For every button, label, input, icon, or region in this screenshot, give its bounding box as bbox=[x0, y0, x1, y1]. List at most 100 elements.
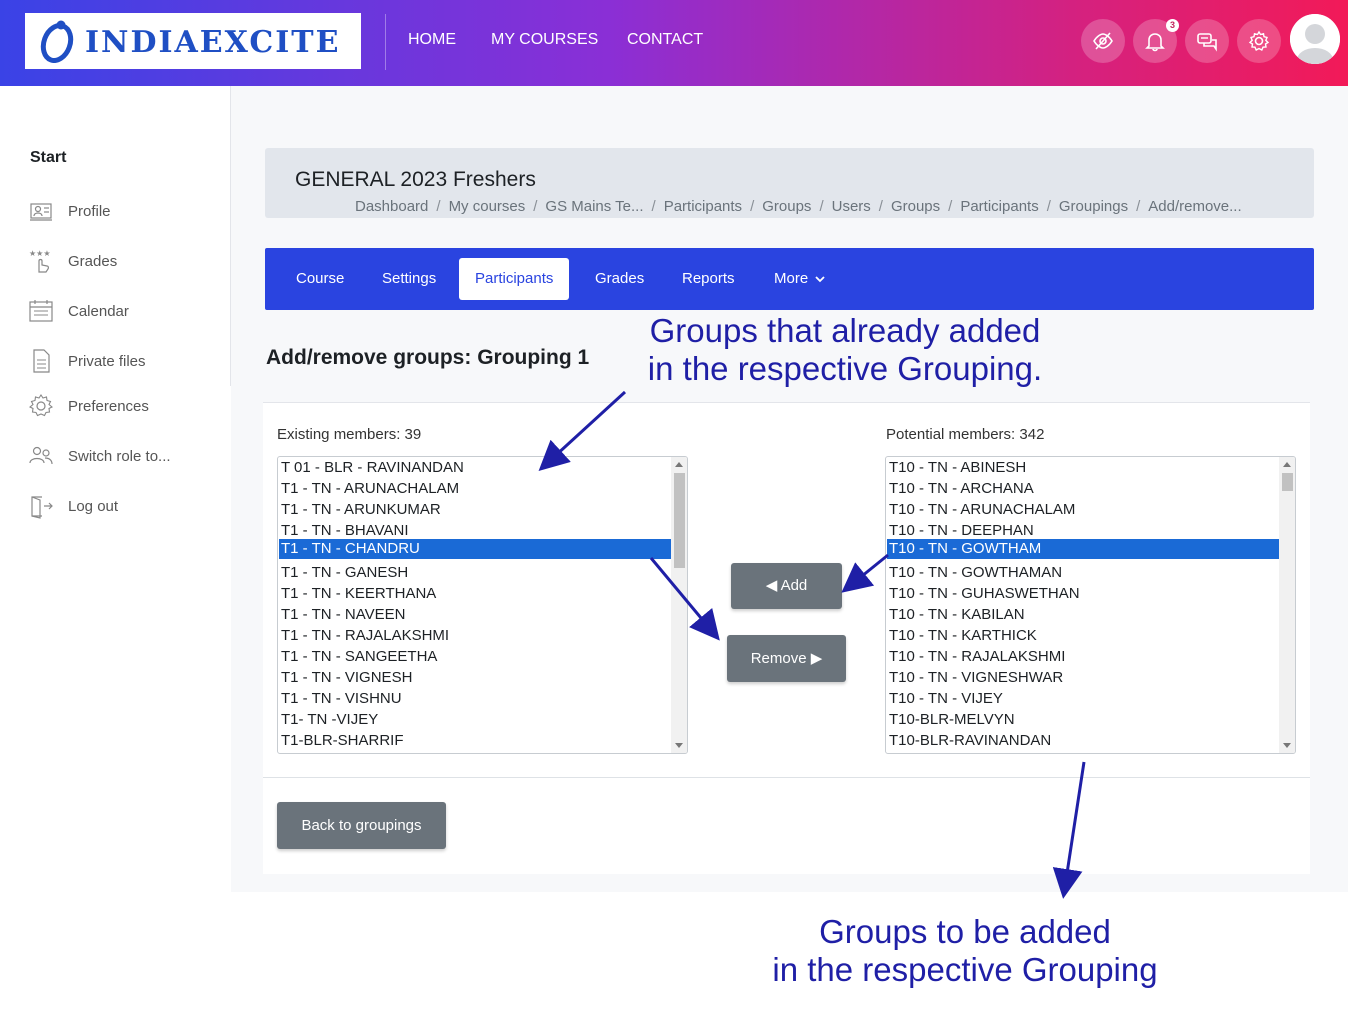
list-option[interactable]: T10 - TN - VIGNESHWAR bbox=[887, 668, 1279, 688]
add-button[interactable]: ◀ Add bbox=[731, 563, 842, 609]
list-option[interactable]: T10 - TN - ARCHANA bbox=[887, 479, 1279, 499]
annotation-potential: Groups to be added in the respective Gro… bbox=[750, 913, 1180, 989]
breadcrumb-users[interactable]: Users bbox=[832, 198, 871, 215]
gear-icon bbox=[29, 394, 53, 417]
nav-my-courses[interactable]: MY COURSES bbox=[491, 31, 598, 49]
list-option[interactable]: T1 - TN - BHAVANI bbox=[279, 521, 671, 541]
gear-icon bbox=[1248, 30, 1270, 51]
settings-button[interactable] bbox=[1237, 19, 1281, 63]
notification-count-badge: 3 bbox=[1166, 19, 1179, 32]
sidebar-item-label: Preferences bbox=[68, 397, 149, 415]
scroll-thumb[interactable] bbox=[674, 473, 685, 568]
list-option[interactable]: T10 - TN - ARUNACHALAM bbox=[887, 500, 1279, 520]
breadcrumb-participants[interactable]: Participants bbox=[664, 198, 742, 215]
nav-home[interactable]: HOME bbox=[408, 31, 456, 49]
breadcrumb-current: Add/remove... bbox=[1148, 198, 1242, 215]
tab-settings[interactable]: Settings bbox=[366, 258, 452, 300]
breadcrumb-separator: / bbox=[1136, 198, 1141, 215]
list-option[interactable]: T1 - TN - CHANDRU bbox=[279, 539, 671, 559]
potential-members-select[interactable]: T10 - TN - ABINESH T10 - TN - ARCHANA T10 … bbox=[885, 456, 1296, 754]
back-to-groupings-button[interactable]: Back to groupings bbox=[277, 802, 446, 849]
breadcrumb-my-courses[interactable]: My courses bbox=[449, 198, 526, 215]
sidebar-item-private-files[interactable]: Private files bbox=[28, 348, 146, 374]
page-header: GENERAL 2023 Freshers Dashboard / My cours… bbox=[265, 148, 1314, 218]
annotation-line: Groups that already added bbox=[649, 312, 1041, 349]
sidebar-item-logout[interactable]: Log out bbox=[28, 493, 118, 519]
list-option[interactable]: T1 - TN - NAVEEN bbox=[279, 605, 671, 625]
list-option[interactable]: T 01 - BLR - RAVINANDAN bbox=[279, 458, 671, 478]
scroll-down-icon[interactable] bbox=[1283, 743, 1291, 748]
list-option[interactable]: T10 - TN - KABILAN bbox=[887, 605, 1279, 625]
top-navbar: INDIAEXCITE HOME MY COURSES CONTACT 3 bbox=[0, 0, 1348, 86]
annotation-existing: Groups that already added in the respect… bbox=[620, 312, 1070, 388]
list-option[interactable]: T1- TN -VIJEY bbox=[279, 710, 671, 730]
list-option[interactable]: T10 - TN - GOWTHAM bbox=[887, 539, 1279, 559]
avatar-icon bbox=[1290, 14, 1340, 64]
scroll-up-icon[interactable] bbox=[675, 462, 683, 467]
breadcrumb-groups[interactable]: Groups bbox=[762, 198, 811, 215]
users-icon bbox=[29, 446, 53, 465]
breadcrumb-separator: / bbox=[948, 198, 953, 215]
list-option[interactable]: T10 - TN - ABINESH bbox=[887, 458, 1279, 478]
breadcrumb-participants-2[interactable]: Participants bbox=[960, 198, 1038, 215]
list-option[interactable]: T10 - TN - GUHASWETHAN bbox=[887, 584, 1279, 604]
scrollbar[interactable] bbox=[671, 457, 687, 753]
list-option[interactable]: T10 - TN - VIJEY bbox=[887, 689, 1279, 709]
bell-icon bbox=[1145, 33, 1165, 52]
sidebar-item-label: Calendar bbox=[68, 302, 129, 320]
breadcrumb-dashboard[interactable]: Dashboard bbox=[355, 198, 428, 215]
scroll-down-icon[interactable] bbox=[675, 743, 683, 748]
scroll-thumb[interactable] bbox=[1282, 473, 1293, 491]
sidebar-item-preferences[interactable]: Preferences bbox=[28, 393, 149, 419]
list-option[interactable]: T10 - TN - GOWTHAMAN bbox=[887, 563, 1279, 583]
brand-logo[interactable]: INDIAEXCITE bbox=[25, 13, 361, 69]
breadcrumb-groups-2[interactable]: Groups bbox=[891, 198, 940, 215]
sidebar-item-grades[interactable]: ★★★ Grades bbox=[28, 248, 117, 274]
profile-icon bbox=[30, 203, 52, 221]
scroll-up-icon[interactable] bbox=[1283, 462, 1291, 467]
breadcrumb-separator: / bbox=[878, 198, 883, 215]
sidebar-item-label: Private files bbox=[68, 352, 146, 370]
list-option[interactable]: T1 - TN - RAJALAKSHMI bbox=[279, 626, 671, 646]
existing-members-select[interactable]: T 01 - BLR - RAVINANDAN T1 - TN - ARUNACH… bbox=[277, 456, 688, 754]
form-divider bbox=[263, 777, 1310, 778]
list-option[interactable]: T10 - TN - RAJALAKSHMI bbox=[887, 647, 1279, 667]
user-avatar[interactable] bbox=[1290, 14, 1340, 64]
breadcrumb-groupings[interactable]: Groupings bbox=[1059, 198, 1128, 215]
list-option[interactable]: T1 - TN - ARUNACHALAM bbox=[279, 479, 671, 499]
remove-button[interactable]: Remove ▶ bbox=[727, 635, 846, 682]
tab-more[interactable]: More bbox=[758, 258, 841, 300]
list-option[interactable]: T1 - TN - KEERTHANA bbox=[279, 584, 671, 604]
annotation-line: in the respective Grouping. bbox=[647, 350, 1043, 387]
grades-icon: ★★★ bbox=[29, 249, 51, 273]
tab-reports[interactable]: Reports bbox=[666, 258, 751, 300]
list-option[interactable]: T1 - TN - ARUNKUMAR bbox=[279, 500, 671, 520]
logo-icon bbox=[40, 20, 74, 63]
tab-participants[interactable]: Participants bbox=[459, 258, 570, 300]
list-option[interactable]: T10 - TN - DEEPHAN bbox=[887, 521, 1279, 541]
list-option[interactable]: T10-BLR-RAVINANDAN bbox=[887, 731, 1279, 751]
list-option[interactable]: T1-BLR-SHARRIF bbox=[279, 731, 671, 751]
tab-course[interactable]: Course bbox=[280, 258, 360, 300]
existing-members-label: Existing members: 39 bbox=[277, 426, 422, 443]
sidebar-item-profile[interactable]: Profile bbox=[28, 198, 111, 224]
breadcrumb-separator: / bbox=[533, 198, 538, 215]
list-option[interactable]: T10-BLR-MELVYN bbox=[887, 710, 1279, 730]
breadcrumb-course[interactable]: GS Mains Te... bbox=[545, 198, 643, 215]
hide-blocks-button[interactable] bbox=[1081, 19, 1125, 63]
list-option[interactable]: T1 - TN - VISHNU bbox=[279, 689, 671, 709]
tab-grades[interactable]: Grades bbox=[579, 258, 660, 300]
sidebar-heading: Start bbox=[30, 149, 67, 166]
list-option[interactable]: T1 - TN - SANGEETHA bbox=[279, 647, 671, 667]
list-option[interactable]: T1 - TN - VIGNESH bbox=[279, 668, 671, 688]
sidebar-item-calendar[interactable]: Calendar bbox=[28, 298, 129, 324]
logout-icon bbox=[31, 496, 53, 519]
breadcrumb: Dashboard / My courses / GS Mains Te... / Part… bbox=[355, 198, 1242, 215]
scrollbar[interactable] bbox=[1279, 457, 1295, 753]
svg-text:★★★: ★★★ bbox=[29, 249, 51, 258]
nav-contact[interactable]: CONTACT bbox=[627, 31, 703, 49]
sidebar-item-switch-role[interactable]: Switch role to... bbox=[28, 443, 171, 469]
list-option[interactable]: T1 - TN - GANESH bbox=[279, 563, 671, 583]
messages-button[interactable] bbox=[1185, 19, 1229, 63]
list-option[interactable]: T10 - TN - KARTHICK bbox=[887, 626, 1279, 646]
